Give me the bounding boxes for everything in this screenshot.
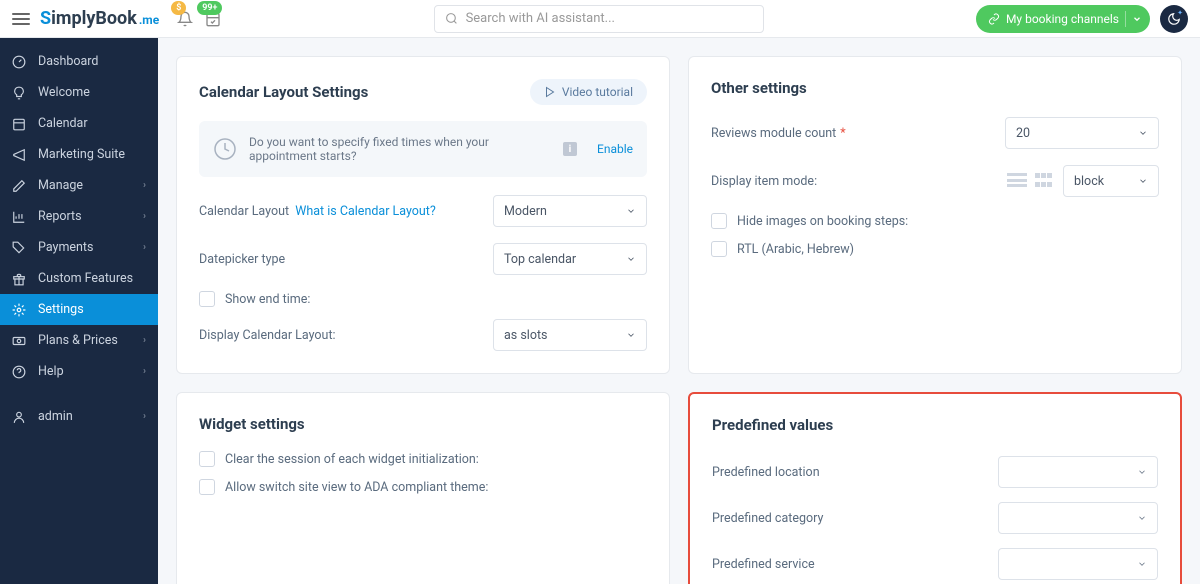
enable-link[interactable]: Enable [597, 142, 633, 156]
sidebar-item-payments[interactable]: Payments› [0, 232, 158, 263]
bulb-icon [12, 86, 28, 100]
datepicker-type-select[interactable]: Top calendar [493, 243, 647, 275]
dollar-badge[interactable]: $ [171, 1, 186, 15]
chevron-down-icon [1138, 128, 1148, 138]
card-title: Calendar Layout Settings [199, 83, 368, 101]
sidebar-item-settings[interactable]: Settings [0, 294, 158, 325]
search-icon [445, 12, 458, 25]
info-icon[interactable]: i [563, 142, 577, 156]
grid-mode-icon[interactable] [1035, 173, 1055, 189]
display-calendar-layout-select[interactable]: as slots [493, 319, 647, 351]
calendar-layout-help-link[interactable]: What is Calendar Layout? [295, 204, 436, 219]
sidebar: Dashboard Welcome Calendar Marketing Sui… [0, 38, 158, 584]
chevron-right-icon: › [143, 211, 146, 222]
play-icon [544, 86, 556, 98]
gear-icon [12, 303, 28, 317]
display-mode-select[interactable]: block [1063, 165, 1159, 197]
notification-badge[interactable]: 99+ [197, 1, 222, 15]
sidebar-item-help[interactable]: Help› [0, 356, 158, 387]
booking-channels-button[interactable]: My booking channels [976, 5, 1150, 33]
megaphone-icon [12, 148, 28, 162]
sidebar-item-marketing[interactable]: Marketing Suite [0, 139, 158, 170]
clock-icon [213, 137, 237, 161]
money-icon [12, 334, 28, 348]
tag-icon [12, 241, 28, 255]
calendar-layout-select[interactable]: Modern [493, 195, 647, 227]
fixed-times-banner: Do you want to specify fixed times when … [199, 121, 647, 177]
widget-settings-card: Widget settings Clear the session of eac… [176, 392, 670, 584]
pencil-icon [12, 179, 28, 193]
rtl-checkbox[interactable] [711, 241, 727, 257]
hide-images-checkbox[interactable] [711, 213, 727, 229]
sidebar-item-plans[interactable]: Plans & Prices› [0, 325, 158, 356]
sidebar-item-calendar[interactable]: Calendar [0, 108, 158, 139]
chevron-down-icon [626, 206, 636, 216]
chevron-down-icon [626, 254, 636, 264]
sidebar-item-custom-features[interactable]: Custom Features [0, 263, 158, 294]
gauge-icon [12, 55, 28, 69]
reviews-count-select[interactable]: 20 [1005, 117, 1159, 149]
chevron-down-icon [1132, 14, 1142, 24]
sidebar-item-manage[interactable]: Manage› [0, 170, 158, 201]
search-input[interactable]: Search with AI assistant... [434, 5, 764, 33]
sidebar-item-dashboard[interactable]: Dashboard [0, 46, 158, 77]
chevron-right-icon: › [143, 366, 146, 377]
card-title: Widget settings [199, 415, 647, 433]
chevron-down-icon [1137, 513, 1147, 523]
sparkle-icon: ✦ [1177, 9, 1183, 17]
card-title: Other settings [711, 79, 1159, 97]
chevron-right-icon: › [143, 335, 146, 346]
predefined-location-select[interactable] [998, 456, 1158, 488]
chevron-right-icon: › [143, 180, 146, 191]
user-icon [12, 410, 28, 424]
chevron-down-icon [1138, 176, 1148, 186]
chevron-right-icon: › [143, 242, 146, 253]
show-end-time-checkbox[interactable] [199, 291, 215, 307]
chart-icon [12, 210, 28, 224]
calendar-layout-card: Calendar Layout Settings Video tutorial … [176, 56, 670, 374]
logo[interactable]: SimplyBook.me [40, 8, 159, 29]
link-icon [988, 13, 1000, 25]
chevron-down-icon [1137, 559, 1147, 569]
chevron-down-icon [1137, 467, 1147, 477]
predefined-category-select[interactable] [998, 502, 1158, 534]
calendar-icon [12, 117, 28, 131]
help-icon [12, 365, 28, 379]
sidebar-item-admin[interactable]: admin› [0, 401, 158, 432]
chevron-right-icon: › [143, 411, 146, 422]
other-settings-card: Other settings Reviews module count* 20 … [688, 56, 1182, 374]
predefined-service-select[interactable] [998, 548, 1158, 580]
gift-icon [12, 272, 28, 286]
video-tutorial-button[interactable]: Video tutorial [530, 79, 647, 105]
dark-mode-button[interactable]: ✦ [1160, 5, 1188, 33]
clear-session-checkbox[interactable] [199, 451, 215, 467]
ada-checkbox[interactable] [199, 479, 215, 495]
chevron-down-icon [626, 330, 636, 340]
card-title: Predefined values [712, 416, 1158, 434]
hamburger-menu[interactable] [12, 10, 30, 28]
list-mode-icon[interactable] [1007, 173, 1027, 189]
sidebar-item-welcome[interactable]: Welcome [0, 77, 158, 108]
predefined-values-card: Predefined values Predefined location Pr… [688, 392, 1182, 584]
sidebar-item-reports[interactable]: Reports› [0, 201, 158, 232]
